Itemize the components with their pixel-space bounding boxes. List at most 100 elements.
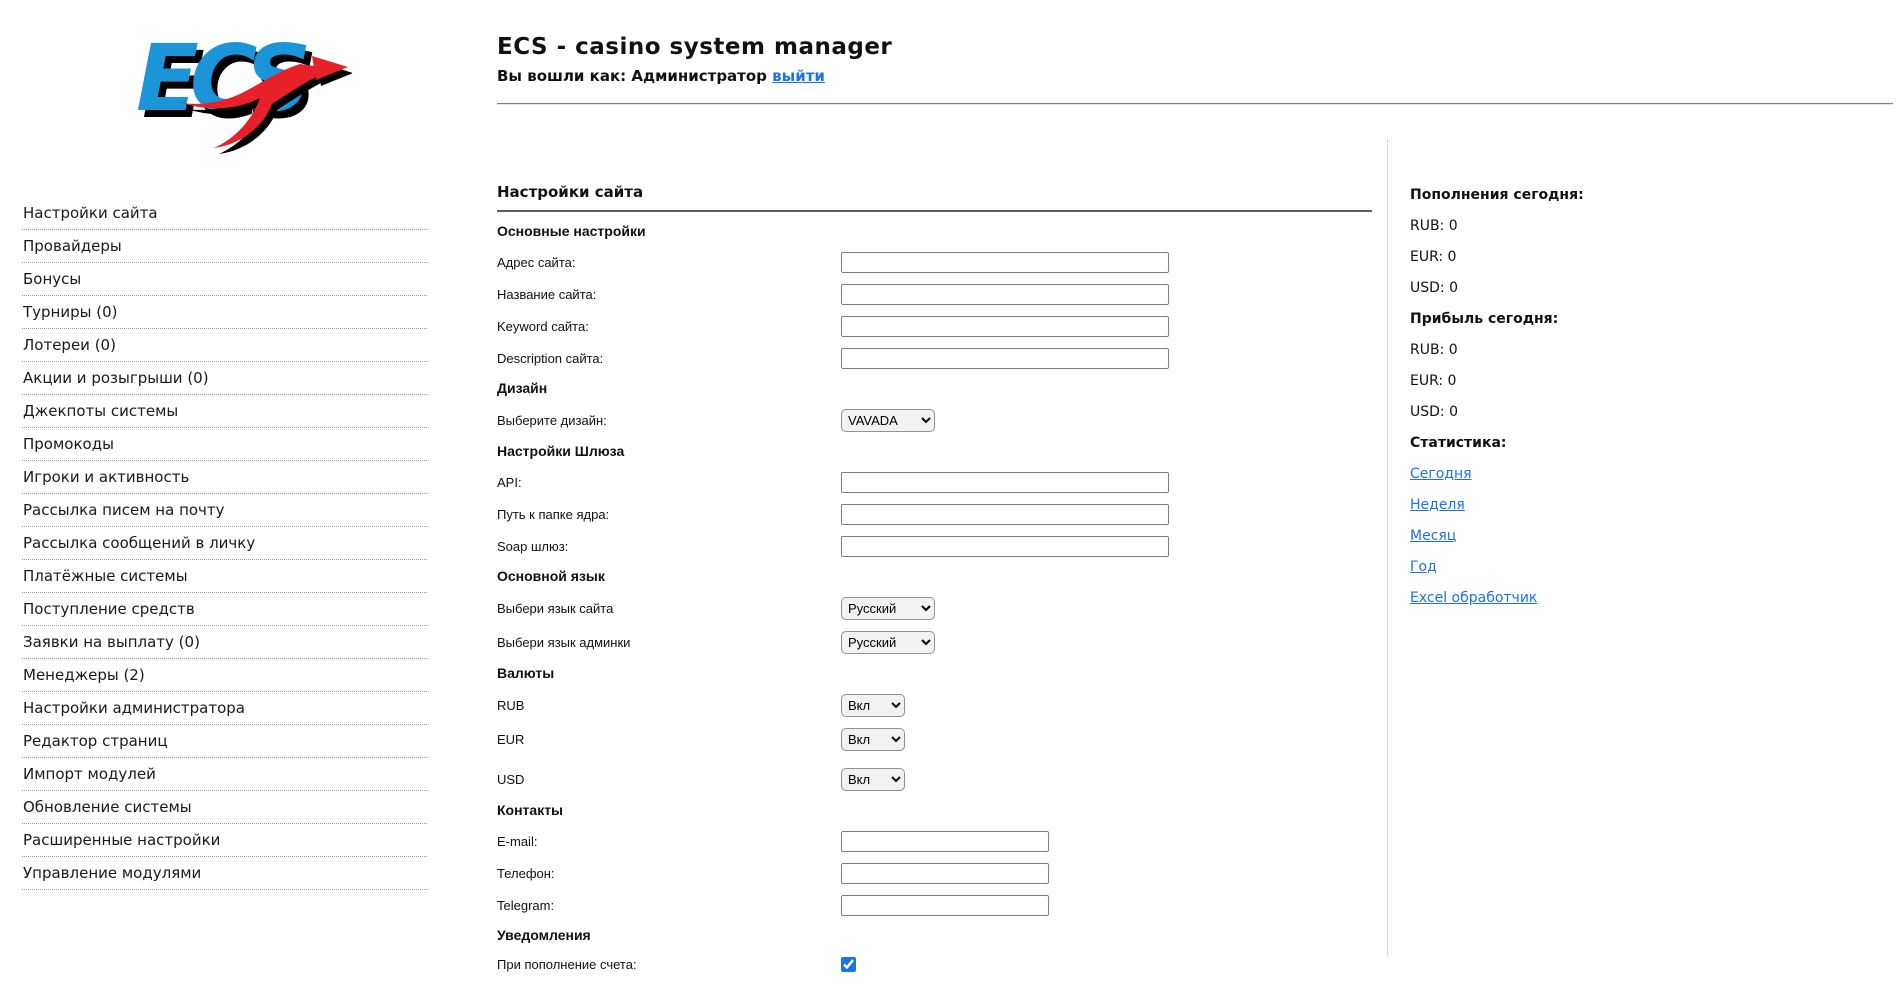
statistics-header: Статистика: — [1410, 435, 1507, 451]
row-email: E-mail: — [497, 831, 1372, 852]
label-telegram: Telegram: — [497, 898, 555, 913]
usd-currency-select[interactable]: Вкл — [841, 768, 905, 791]
row-rub-currency: RUB Вкл — [497, 694, 1372, 717]
content-divider — [1387, 140, 1388, 955]
profit-usd: USD: 0 — [1410, 404, 1458, 420]
label-api: API: — [497, 475, 522, 490]
row-site-name: Название сайта: — [497, 284, 1372, 305]
sidebar-item-payment-systems[interactable]: Платёжные системы — [22, 560, 427, 593]
label-phone: Телефон: — [497, 866, 555, 881]
row-deposit-notification: При пополнение счета: — [497, 956, 1372, 973]
logout-link[interactable]: выйти — [772, 67, 825, 85]
sidebar-item-site-settings[interactable]: Настройки сайта — [22, 197, 427, 230]
section-main-language: Основной язык — [497, 568, 605, 584]
stats-panel: Пополнения сегодня: RUB: 0 EUR: 0 USD: 0 При… — [1410, 186, 1730, 620]
stats-link-today[interactable]: Сегодня — [1410, 465, 1472, 484]
row-soap-gateway: Soap шлюз: — [497, 536, 1372, 557]
site-language-select[interactable]: Русский — [841, 597, 935, 620]
label-deposit-notification: При пополнение счета: — [497, 957, 637, 972]
eur-currency-select[interactable]: Вкл — [841, 728, 905, 751]
row-usd-currency: USD Вкл — [497, 768, 1372, 791]
row-eur-currency: EUR Вкл — [497, 728, 1372, 751]
site-keyword-input[interactable] — [841, 316, 1169, 337]
label-site-address: Адрес сайта: — [497, 255, 576, 270]
deposits-today-header: Пополнения сегодня: — [1410, 187, 1584, 203]
label-soap-gateway: Soap шлюз: — [497, 539, 569, 554]
core-folder-path-input[interactable] — [841, 504, 1169, 525]
sidebar: Настройки сайта Провайдеры Бонусы Турниры (… — [22, 197, 427, 890]
phone-input[interactable] — [841, 863, 1049, 884]
admin-language-select[interactable]: Русский — [841, 631, 935, 654]
site-name-input[interactable] — [841, 284, 1169, 305]
label-design: Выберите дизайн: — [497, 413, 607, 428]
label-site-keyword: Keyword сайта: — [497, 319, 589, 334]
label-core-folder-path: Путь к папке ядра: — [497, 507, 610, 522]
label-rub-currency: RUB — [497, 698, 525, 713]
deposits-eur: EUR: 0 — [1410, 249, 1457, 265]
row-phone: Телефон: — [497, 863, 1372, 884]
sidebar-item-promocodes[interactable]: Промокоды — [22, 428, 427, 461]
row-telegram: Telegram: — [497, 895, 1372, 916]
row-core-folder-path: Путь к папке ядра: — [497, 504, 1372, 525]
settings-title: Настройки сайта — [497, 183, 644, 201]
sidebar-item-incoming-funds[interactable]: Поступление средств — [22, 593, 427, 626]
section-basic-settings: Основные настройки — [497, 223, 646, 239]
sidebar-item-players-activity[interactable]: Игроки и активность — [22, 461, 427, 494]
page-title: ECS - casino system manager — [497, 34, 893, 60]
sidebar-item-advanced-settings[interactable]: Расширенные настройки — [22, 824, 427, 857]
header: ECS - casino system manager Вы вошли как… — [497, 34, 892, 85]
sidebar-item-email-mailing[interactable]: Рассылка писем на почту — [22, 494, 427, 527]
header-divider — [497, 103, 1893, 105]
sidebar-item-tournaments[interactable]: Турниры (0) — [22, 296, 427, 329]
settings-title-divider — [497, 210, 1372, 212]
stats-link-year[interactable]: Год — [1410, 558, 1437, 577]
stats-link-month[interactable]: Месяц — [1410, 527, 1456, 546]
logo-arrowhead — [312, 56, 348, 80]
settings-form: Основные настройки Адрес сайта: Название с… — [497, 223, 1372, 973]
telegram-input[interactable] — [841, 895, 1049, 916]
section-notifications: Уведомления — [497, 927, 591, 943]
label-site-language: Выбери язык сайта — [497, 601, 614, 616]
row-api: API: — [497, 472, 1372, 493]
sidebar-item-module-management[interactable]: Управление модулями — [22, 857, 427, 890]
site-address-input[interactable] — [841, 252, 1169, 273]
sidebar-item-payout-requests[interactable]: Заявки на выплату (0) — [22, 626, 427, 659]
profit-eur: EUR: 0 — [1410, 373, 1457, 389]
stats-link-week[interactable]: Неделя — [1410, 496, 1465, 515]
sidebar-item-lotteries[interactable]: Лотереи (0) — [22, 329, 427, 362]
label-eur-currency: EUR — [497, 732, 525, 747]
section-gateway-settings: Настройки Шлюза — [497, 443, 625, 459]
login-status-text: Вы вошли как: Администратор — [497, 67, 767, 85]
sidebar-item-providers[interactable]: Провайдеры — [22, 230, 427, 263]
row-admin-language: Выбери язык админки Русский — [497, 631, 1372, 654]
sidebar-item-system-update[interactable]: Обновление системы — [22, 791, 427, 824]
soap-gateway-input[interactable] — [841, 536, 1169, 557]
sidebar-item-module-import[interactable]: Импорт модулей — [22, 758, 427, 791]
sidebar-item-page-editor[interactable]: Редактор страниц — [22, 725, 427, 758]
sidebar-item-admin-settings[interactable]: Настройки администратора — [22, 692, 427, 725]
label-site-name: Название сайта: — [497, 287, 597, 302]
deposits-rub: RUB: 0 — [1410, 218, 1458, 234]
design-select[interactable]: VAVADA — [841, 409, 935, 432]
sidebar-item-system-jackpots[interactable]: Джекпоты системы — [22, 395, 427, 428]
sidebar-item-bonuses[interactable]: Бонусы — [22, 263, 427, 296]
section-design: Дизайн — [497, 380, 548, 396]
site-description-input[interactable] — [841, 348, 1169, 369]
section-contacts: Контакты — [497, 802, 564, 818]
sidebar-item-promotions[interactable]: Акции и розыгрыши (0) — [22, 362, 427, 395]
sidebar-item-pm-mailing[interactable]: Рассылка сообщений в личку — [22, 527, 427, 560]
row-site-description: Description сайта: — [497, 348, 1372, 369]
profit-today-header: Прибыль сегодня: — [1410, 311, 1559, 327]
email-input[interactable] — [841, 831, 1049, 852]
login-status: Вы вошли как: Администратор выйти — [497, 67, 892, 85]
main-panel: Настройки сайта Основные настройки Адрес … — [497, 183, 1372, 984]
api-input[interactable] — [841, 472, 1169, 493]
rub-currency-select[interactable]: Вкл — [841, 694, 905, 717]
row-design: Выберите дизайн: VAVADA — [497, 409, 1372, 432]
ecs-logo-image: ECS — [136, 25, 348, 148]
label-admin-language: Выбери язык админки — [497, 635, 631, 650]
ecs-logo[interactable]: ECS — [132, 14, 352, 154]
deposit-notification-checkbox[interactable] — [841, 957, 856, 972]
sidebar-item-managers[interactable]: Менеджеры (2) — [22, 659, 427, 692]
stats-link-excel[interactable]: Excel обработчик — [1410, 589, 1537, 608]
